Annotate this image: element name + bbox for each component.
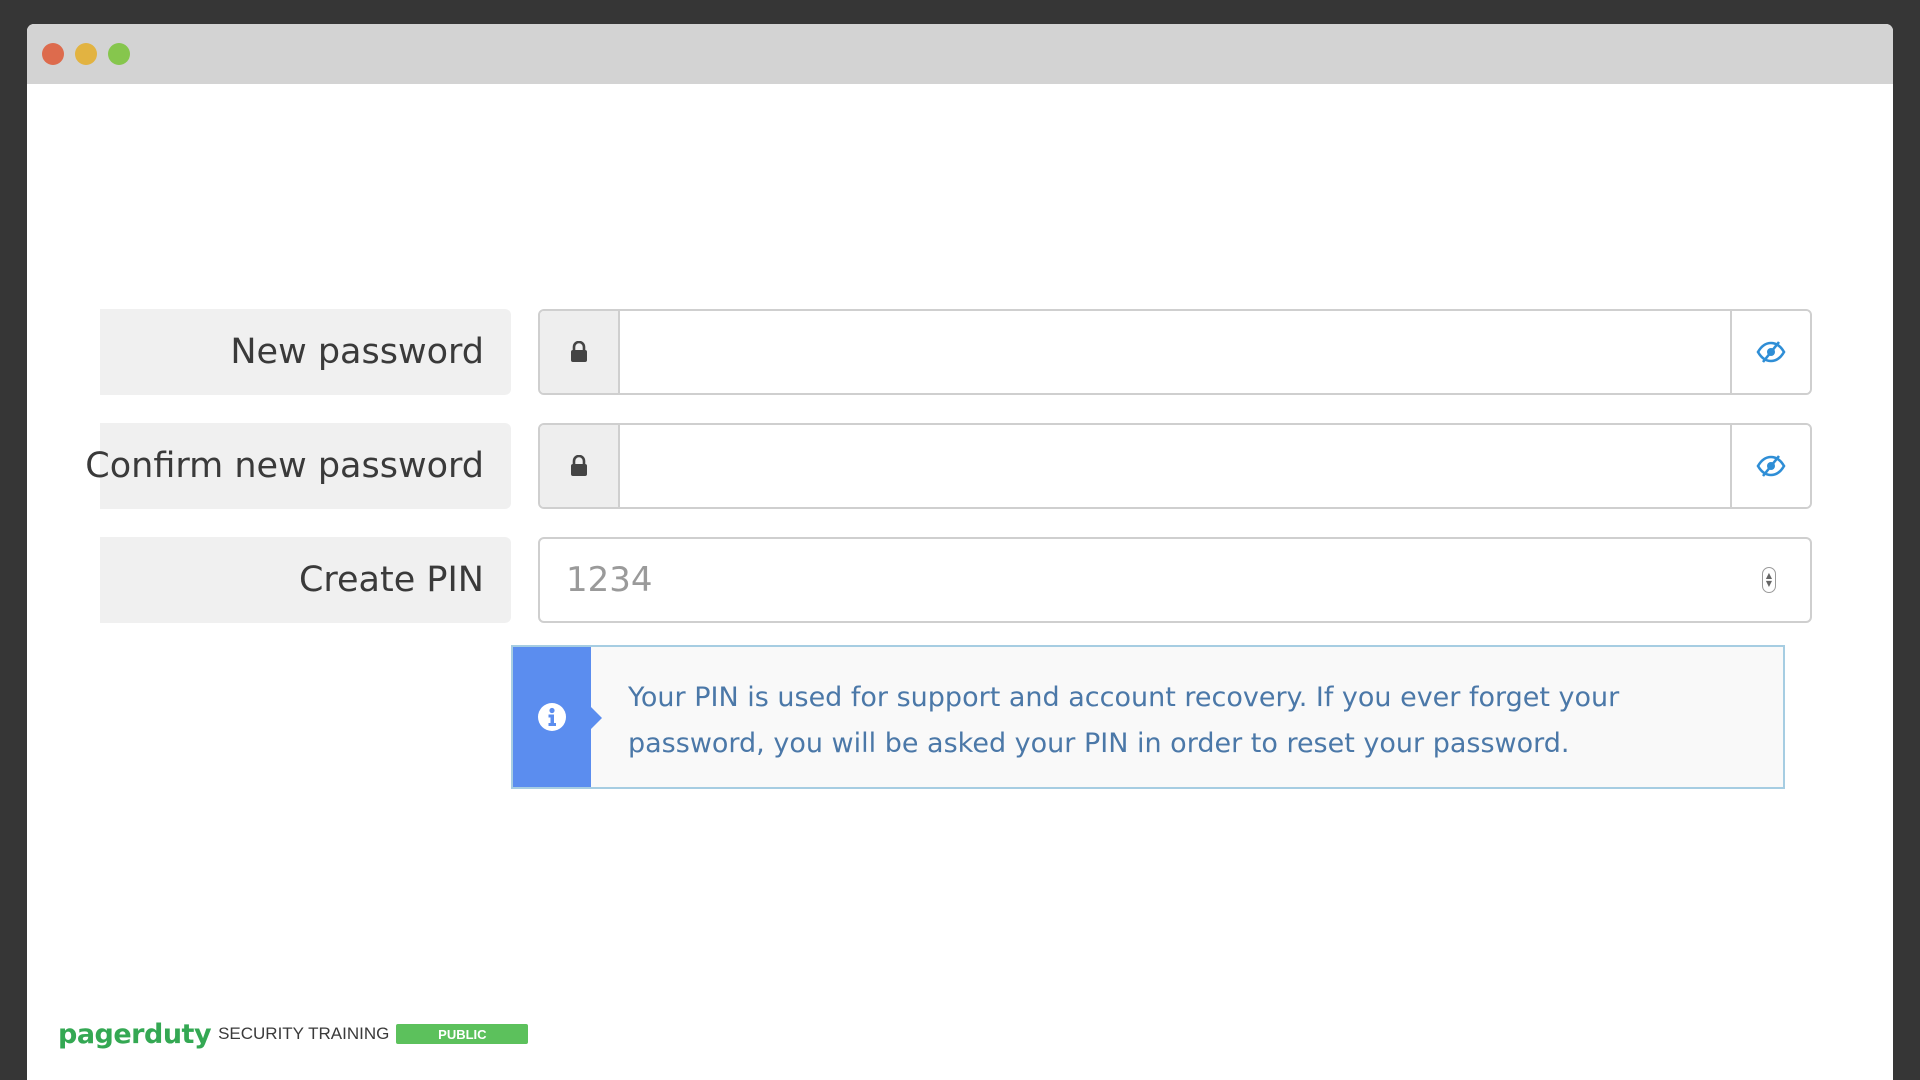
pin-field: ▲ ▼ xyxy=(538,537,1812,623)
public-badge: PUBLIC xyxy=(396,1024,529,1044)
window-titlebar xyxy=(27,24,1893,84)
footer: pagerduty SECURITY TRAINING PUBLIC xyxy=(58,1017,529,1051)
confirm-password-input[interactable] xyxy=(620,425,1730,507)
new-password-group xyxy=(538,309,1812,395)
confirm-password-group xyxy=(538,423,1812,509)
security-training-label: SECURITY TRAINING xyxy=(218,1024,390,1043)
pin-input[interactable] xyxy=(540,560,1762,600)
info-circle-icon xyxy=(513,647,591,787)
minimize-window-button[interactable] xyxy=(75,43,97,65)
lock-icon xyxy=(540,311,620,393)
confirm-password-row: Confirm new password xyxy=(85,423,1850,509)
maximize-window-button[interactable] xyxy=(108,43,130,65)
pin-spinner[interactable]: ▲ ▼ xyxy=(1762,567,1776,593)
browser-window: New password Confirm new password Create… xyxy=(27,24,1893,1080)
new-password-label: New password xyxy=(100,309,511,395)
new-password-input[interactable] xyxy=(620,311,1730,393)
create-pin-label: Create PIN xyxy=(100,537,511,623)
pin-info-alert: Your PIN is used for support and account… xyxy=(511,645,1785,789)
confirm-password-label: Confirm new password xyxy=(85,423,511,509)
eye-slash-icon[interactable] xyxy=(1730,311,1810,393)
lock-icon xyxy=(540,425,620,507)
eye-slash-icon[interactable] xyxy=(1730,425,1810,507)
spinner-down-icon[interactable]: ▼ xyxy=(1766,580,1772,588)
close-window-button[interactable] xyxy=(42,43,64,65)
pin-info-text: Your PIN is used for support and account… xyxy=(628,682,1620,759)
pagerduty-logo: pagerduty xyxy=(58,1018,212,1050)
info-arrow xyxy=(591,707,602,729)
new-password-row: New password xyxy=(100,309,1850,395)
create-pin-row: Create PIN ▲ ▼ xyxy=(100,537,1850,623)
